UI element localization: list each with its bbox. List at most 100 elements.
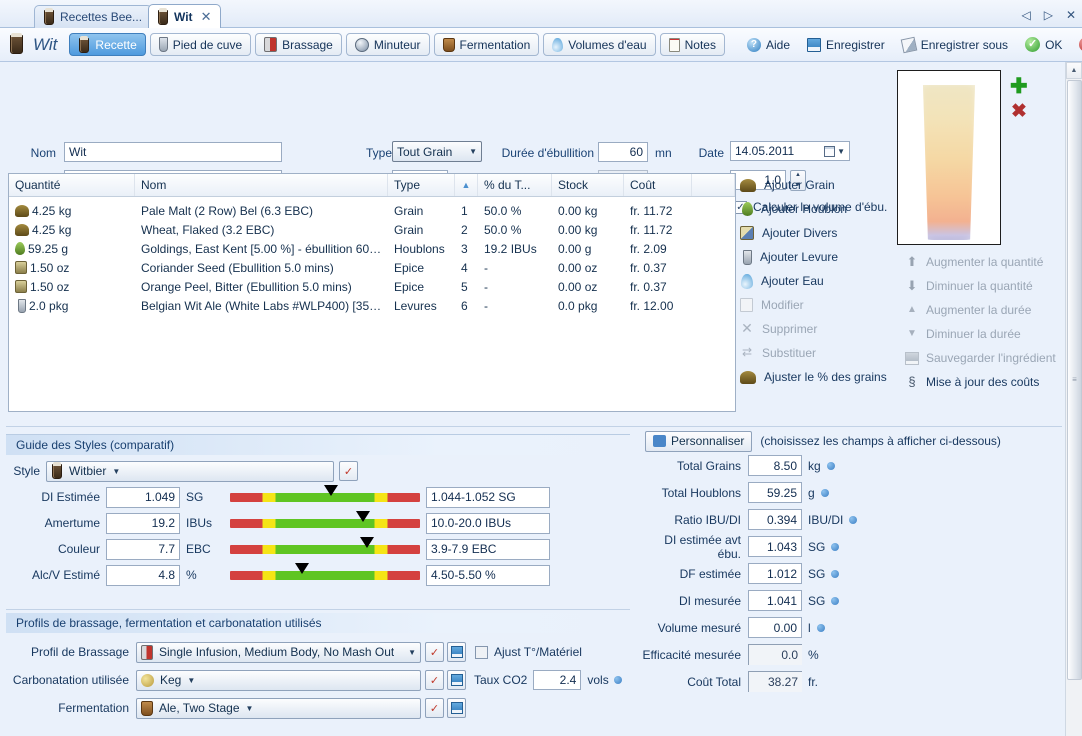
table-row[interactable]: 59.25 g Goldings, East Kent [5.00 %] - é… — [9, 239, 735, 258]
cell-cout: fr. 0.37 — [624, 261, 692, 275]
stat-value[interactable]: 1.043 — [748, 536, 802, 557]
stat-value[interactable]: 59.25 — [748, 482, 802, 503]
grain-icon — [15, 224, 29, 236]
tab-scroll-left-icon[interactable]: ◁ — [1021, 8, 1030, 22]
taux-co2-input[interactable]: 2.4 — [533, 670, 581, 690]
scroll-up-button[interactable]: ▲ — [1066, 62, 1082, 79]
tab-brassage[interactable]: Brassage — [255, 33, 342, 56]
column-header-pct[interactable]: % du T... — [478, 174, 552, 196]
stat-unit-text: kg — [808, 459, 821, 473]
unit-toggle-dot[interactable] — [827, 462, 835, 470]
cell-nom: Goldings, East Kent [5.00 %] - ébullitio… — [135, 242, 388, 256]
cell-stock: 0.00 oz — [552, 261, 624, 275]
column-header-cout[interactable]: Coût — [624, 174, 692, 196]
personnaliser-button[interactable]: Personnaliser — [645, 431, 752, 452]
stat-value[interactable]: 8.50 — [748, 455, 802, 476]
cell-pct: - — [478, 299, 552, 313]
unit-toggle-dot[interactable] — [831, 543, 839, 551]
carbonatation-save-button[interactable] — [447, 670, 466, 690]
unit-toggle-dot[interactable] — [831, 570, 839, 578]
help-icon: ? — [747, 38, 761, 52]
table-row[interactable]: 1.50 oz Orange Peel, Bitter (Ebullition … — [9, 277, 735, 296]
table-row[interactable]: 4.25 kg Pale Malt (2 Row) Bel (6.3 EBC) … — [9, 201, 735, 220]
cancel-button[interactable]: ✕ Annuler — [1073, 33, 1082, 56]
stat-label: Ratio IBU/DI — [640, 513, 748, 527]
fermentation-save-button[interactable] — [447, 698, 466, 718]
unit-toggle-dot[interactable] — [831, 597, 839, 605]
grain-icon — [15, 205, 29, 217]
stat-value[interactable]: 1.012 — [748, 563, 802, 584]
style-select-button[interactable]: ✓ — [339, 461, 358, 481]
table-row[interactable]: 1.50 oz Coriander Seed (Ebullition 5.0 m… — [9, 258, 735, 277]
stat-label: DI estimée avt ébu. — [640, 533, 748, 561]
stat-value[interactable]: 1.041 — [748, 590, 802, 611]
ajust-temp-label: Ajust T°/Matériel — [494, 645, 582, 659]
vertical-scrollbar[interactable]: ▲ ≡ — [1065, 62, 1082, 736]
tab-recette[interactable]: Recette — [69, 33, 145, 56]
stat-value[interactable]: 0.00 — [748, 617, 802, 638]
tab-pied-de-cuve[interactable]: Pied de cuve — [150, 33, 251, 56]
remove-image-button[interactable]: ✖ — [1011, 102, 1027, 121]
type-value: Tout Grain — [397, 145, 452, 159]
stat-unit-text: IBU/DI — [808, 513, 843, 527]
table-row[interactable]: 2.0 pkg Belgian Wit Ale (White Labs #WLP… — [9, 296, 735, 315]
misc-icon — [15, 261, 27, 274]
unit-toggle-dot[interactable] — [817, 624, 825, 632]
column-header-sort[interactable]: ▲ — [455, 174, 478, 196]
profil-brassage-select-button[interactable]: ✓ — [425, 642, 444, 662]
action-ajouter-divers[interactable]: Ajouter Divers — [740, 221, 940, 245]
style-combobox[interactable]: Witbier ▼ — [46, 461, 334, 482]
action-mise-a-jour-couts[interactable]: § Mise à jour des coûts — [905, 370, 1081, 394]
profil-brassage-combobox[interactable]: Single Infusion, Medium Body, No Mash Ou… — [136, 642, 421, 663]
tab-volumes-eau[interactable]: Volumes d'eau — [543, 33, 655, 56]
unit-toggle-dot[interactable] — [849, 516, 857, 524]
fermentation-combobox[interactable]: Ale, Two Stage ▼ — [136, 698, 421, 719]
action-ajouter-grain[interactable]: Ajouter Grain — [740, 173, 940, 197]
column-header-stock[interactable]: Stock — [552, 174, 624, 196]
scrollbar-thumb[interactable]: ≡ — [1067, 80, 1082, 680]
style-guide-title: Guide des Styles (comparatif) — [6, 434, 630, 455]
ajust-temp-row[interactable]: Ajust T°/Matériel — [475, 645, 582, 659]
save-icon — [807, 38, 821, 52]
date-value: 14.05.2011 — [735, 144, 794, 158]
ingredients-table[interactable]: Quantité Nom Type ▲ % du T... Stock Coût… — [8, 173, 736, 412]
duree-input[interactable]: 60 — [598, 142, 648, 162]
tab-close-icon[interactable]: ✕ — [201, 9, 212, 25]
stat-value[interactable]: 0.394 — [748, 509, 802, 530]
table-row[interactable]: 4.25 kg Wheat, Flaked (3.2 EBC) Grain 2 … — [9, 220, 735, 239]
nom-input[interactable]: Wit — [64, 142, 282, 162]
column-header-quantite[interactable]: Quantité — [9, 174, 135, 196]
stat-unit: kg — [802, 459, 835, 473]
tab-minuteur[interactable]: Minuteur — [346, 33, 430, 56]
ok-button[interactable]: ✓ OK — [1019, 33, 1068, 56]
carbonatation-combobox[interactable]: Keg ▼ — [136, 670, 421, 691]
save-as-button[interactable]: Enregistrer sous — [896, 33, 1014, 56]
profil-brassage-row: Profil de Brassage Single Infusion, Medi… — [6, 638, 630, 666]
column-header-nom[interactable]: Nom — [135, 174, 388, 196]
ajust-temp-checkbox[interactable] — [475, 646, 488, 659]
profil-brassage-save-button[interactable] — [447, 642, 466, 662]
window-close-icon[interactable]: ✕ — [1066, 8, 1076, 22]
save-button[interactable]: Enregistrer — [801, 33, 891, 56]
tab-scroll-right-icon[interactable]: ▷ — [1044, 8, 1053, 22]
tab-recettes[interactable]: Recettes Bee... — [34, 5, 152, 28]
add-image-button[interactable]: ✚ — [1010, 76, 1028, 97]
carbonatation-row: Carbonatation utilisée Keg ▼ ✓ Taux CO2 … — [6, 666, 630, 694]
button-label: Recette — [95, 38, 136, 52]
action-label: Sauvegarder l'ingrédient — [926, 351, 1056, 365]
tab-fermentation[interactable]: Fermentation — [434, 33, 540, 56]
grain-icon — [740, 179, 756, 192]
date-input[interactable]: 14.05.2011 ▼ — [730, 141, 850, 161]
type-combobox[interactable]: Tout Grain ▼ — [392, 141, 482, 162]
fermentation-select-button[interactable]: ✓ — [425, 698, 444, 718]
column-header-type[interactable]: Type — [388, 174, 455, 196]
action-ajouter-houblon[interactable]: Ajouter Houblon — [740, 197, 940, 221]
stat-row: Coût Total 38.27 fr. — [640, 668, 1080, 695]
unit-toggle-dot[interactable] — [614, 676, 622, 684]
help-button[interactable]: ? Aide — [741, 33, 796, 56]
unit-toggle-dot[interactable] — [821, 489, 829, 497]
carbonatation-select-button[interactable]: ✓ — [425, 670, 444, 690]
stat-unit: g — [802, 486, 829, 500]
tab-wit[interactable]: Wit ✕ — [148, 4, 221, 28]
tab-notes[interactable]: Notes — [660, 33, 725, 56]
